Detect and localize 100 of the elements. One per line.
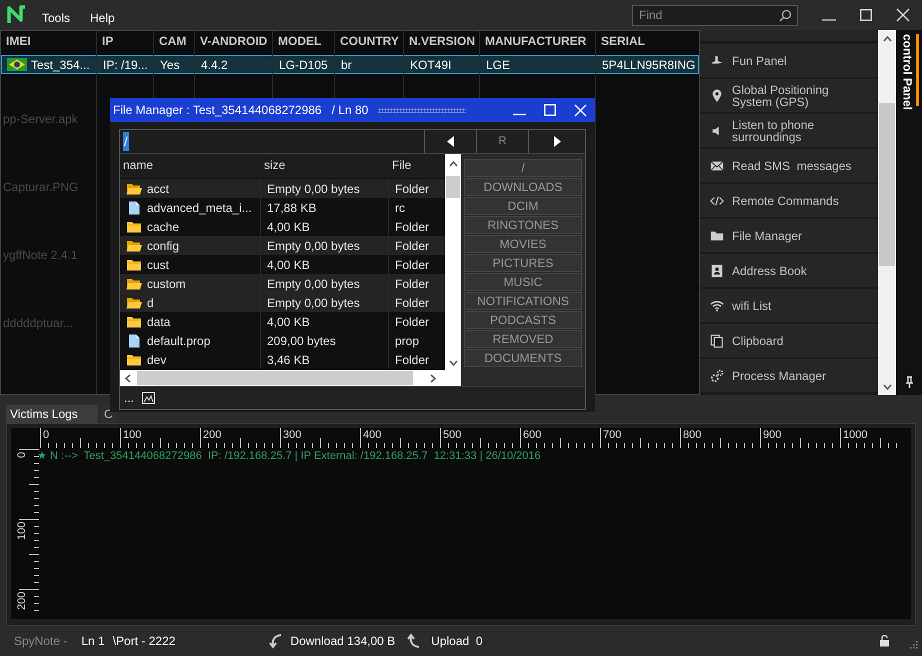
close-icon[interactable] <box>896 8 910 22</box>
table-cell-text: KOT49I <box>410 56 452 74</box>
file-size: 3,46 KB <box>267 352 310 368</box>
control-panel-item[interactable]: Remote Commands <box>700 184 878 217</box>
file-type: prop <box>395 332 420 350</box>
control-panel-item[interactable]: Fun Panel <box>700 44 878 77</box>
table-row[interactable]: Test_354... IP: /19... Yes 4.4.2 LG-D105 br KOT49I LGE 5P4LLN95R8ING <box>1 55 699 74</box>
desktop-icon-label: Capturar.PNG <box>3 179 78 196</box>
column-header[interactable]: IMEI <box>1 32 97 50</box>
image-icon[interactable] <box>142 392 156 404</box>
scroll-up-icon[interactable] <box>448 161 458 167</box>
lock-icon <box>879 635 890 647</box>
file-name[interactable]: cust <box>147 256 170 274</box>
shortcut-button[interactable]: PODCASTS <box>464 311 582 329</box>
contact-card-icon <box>710 264 724 278</box>
column-header[interactable]: MODEL <box>273 32 335 50</box>
column-header[interactable]: IP <box>97 32 154 50</box>
log-entry: ★ N :--> Test_354144068272986 IP: /192.168.25.7 | IP External: /192.168.25.7 12:31:33 | 26/10/2016 <box>37 449 541 464</box>
folder-icon <box>126 314 142 328</box>
file-icon <box>126 200 142 214</box>
file-type: Folder <box>395 276 430 292</box>
desktop-icon-label: ygffNote 2.4.1 <box>3 247 78 264</box>
column-header[interactable]: File <box>389 154 445 178</box>
folder-icon <box>126 352 142 366</box>
code-icon <box>710 194 724 208</box>
column-header[interactable]: N.VERSION <box>404 32 480 50</box>
shortcut-button[interactable]: REMOVED <box>464 330 582 348</box>
folder-icon <box>126 258 142 272</box>
file-type: Folder <box>395 180 430 198</box>
control-panel-item[interactable]: Listen to phone surroundings <box>700 114 878 147</box>
minimize-icon[interactable] <box>513 112 526 116</box>
shortcut-button[interactable]: DOWNLOADS <box>464 178 582 196</box>
pin-icon[interactable] <box>904 376 914 389</box>
file-size: 4,00 KB <box>267 314 310 330</box>
shortcut-button[interactable]: MUSIC <box>464 273 582 291</box>
horizontal-scrollbar-thumb[interactable] <box>137 371 413 385</box>
control-panel-item[interactable]: Global Positioning System (GPS) <box>700 79 878 112</box>
desktop-icon-label: dddddptuar... <box>3 315 74 332</box>
column-header[interactable]: SERIAL <box>596 32 699 50</box>
table-cell-text: 5P4LLN95R8ING <box>602 56 696 74</box>
column-header[interactable]: V-ANDROID <box>195 32 273 50</box>
column-header[interactable]: name <box>120 154 261 178</box>
scrollbar-thumb[interactable] <box>446 176 460 198</box>
shortcut-button[interactable]: MOVIES <box>464 235 582 253</box>
file-type: Folder <box>395 314 430 330</box>
maximize-icon[interactable] <box>860 9 872 21</box>
control-panel-item[interactable]: wifi List <box>700 289 878 322</box>
find-field[interactable]: Find <box>632 4 798 26</box>
left-triangle-icon <box>447 136 454 147</box>
download-stat: Download 134,00 B <box>290 633 396 650</box>
scroll-right-icon[interactable] <box>430 374 436 382</box>
file-size: 4,00 KB <box>267 218 310 236</box>
file-name[interactable]: data <box>147 312 170 330</box>
file-name[interactable]: cache <box>147 218 180 236</box>
shortcut-button[interactable]: DOCUMENTS <box>464 349 582 367</box>
control-panel-item[interactable]: Read SMS messages <box>700 149 878 182</box>
file-name[interactable]: d <box>147 294 154 312</box>
file-name[interactable]: default.prop <box>147 332 210 350</box>
scroll-left-icon[interactable] <box>125 374 131 382</box>
shortcut-button[interactable]: / <box>464 159 582 177</box>
control-panel-item[interactable]: Clipboard <box>700 324 878 357</box>
wifi-icon <box>710 298 724 312</box>
file-icon <box>126 334 142 348</box>
file-name[interactable]: dev <box>147 350 166 368</box>
file-name[interactable]: advanced_meta_i... <box>147 198 252 216</box>
flag-icon <box>7 58 27 71</box>
file-type: Folder <box>395 294 430 312</box>
scroll-down-icon[interactable] <box>448 360 458 366</box>
file-size: 209,00 bytes <box>267 332 336 350</box>
path-field[interactable]: / <box>120 130 425 153</box>
scroll-up-icon[interactable] <box>882 36 892 42</box>
file-name[interactable]: acct <box>147 180 170 198</box>
vertical-ruler-drawing: 0 100 200 <box>11 448 39 616</box>
resize-grip-icon[interactable] <box>910 641 918 649</box>
column-header[interactable]: CAM <box>154 32 195 50</box>
column-header[interactable]: size <box>261 154 389 178</box>
shortcut-button[interactable]: RINGTONES <box>464 216 582 234</box>
column-header[interactable]: COUNTRY <box>335 32 404 50</box>
shortcut-button[interactable]: DCIM <box>464 197 582 215</box>
file-size: Empty 0,00 bytes <box>267 276 360 292</box>
shortcut-button[interactable]: PICTURES <box>464 254 582 272</box>
scrollbar-thumb[interactable] <box>879 103 895 266</box>
table-cell-text: Yes <box>160 56 180 74</box>
scrollbar[interactable] <box>878 30 896 395</box>
port-label: \Port - 2222 <box>112 633 176 650</box>
shortcut-button[interactable]: NOTIFICATIONS <box>464 292 582 310</box>
scroll-down-icon[interactable] <box>882 384 892 390</box>
open-folder-icon <box>126 182 142 196</box>
menu-item[interactable]: Help <box>90 9 115 27</box>
file-type: Folder <box>395 352 430 368</box>
column-header[interactable]: MANUFACTURER <box>480 32 596 50</box>
control-panel-item[interactable]: File Manager <box>700 219 878 252</box>
control-panel-item[interactable]: Process Manager <box>700 359 878 392</box>
desktop-icon-label: pp-Server.apk <box>3 111 78 128</box>
download-arrow-icon <box>269 633 284 649</box>
file-size: Empty 0,00 bytes <box>267 238 360 254</box>
menu-item[interactable]: Tools <box>42 9 70 27</box>
control-panel-item[interactable]: Address Book <box>700 254 878 287</box>
tab[interactable]: Victims Logs <box>6 405 98 423</box>
more-label[interactable]: ... <box>124 389 134 407</box>
